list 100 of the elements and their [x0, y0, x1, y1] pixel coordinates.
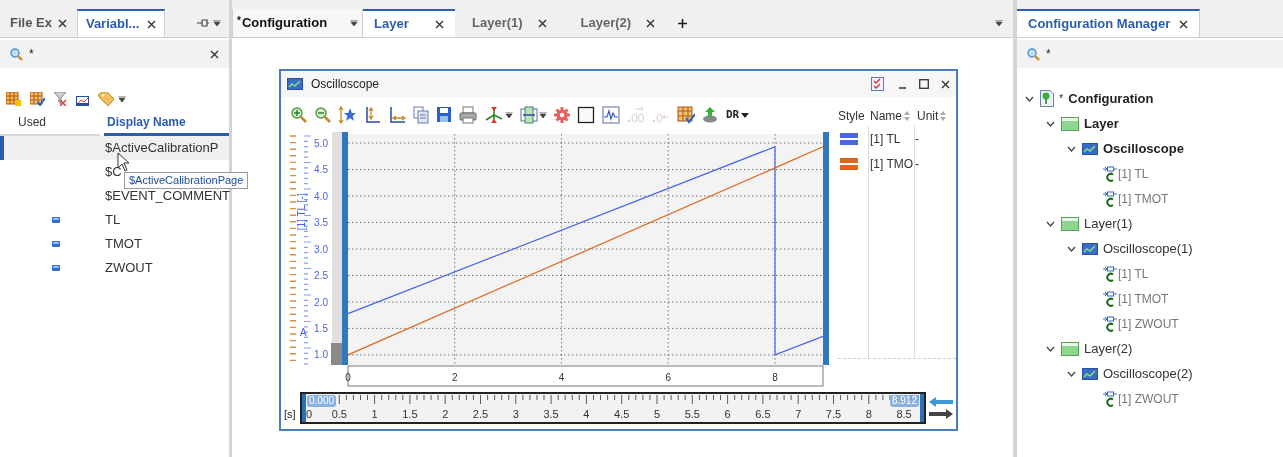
dropdown-icon[interactable]	[213, 20, 221, 26]
tree-item[interactable]: Oscilloscope	[1103, 138, 1184, 159]
oscilloscope-icon	[1082, 242, 1098, 255]
tick-label: 1.5	[402, 408, 418, 420]
filter-clear-icon[interactable]	[54, 92, 67, 106]
dropdown-icon[interactable]	[995, 20, 1003, 26]
chart-icon[interactable]	[76, 96, 89, 106]
tree-item[interactable]: Configuration	[1068, 88, 1154, 109]
tree-item[interactable]: [1] TL	[1118, 264, 1149, 283]
variable-row[interactable]: TMOT	[0, 232, 229, 256]
tab[interactable]: *Configuration	[232, 9, 363, 37]
tick-label: 8	[772, 372, 778, 383]
printer-icon[interactable]	[459, 106, 477, 124]
tick-label: 4	[558, 372, 565, 383]
tick-label: 2.5	[314, 270, 328, 281]
grid-check-icon[interactable]	[30, 92, 45, 106]
oscilloscope-icon	[1082, 367, 1098, 380]
maximize-icon[interactable]	[919, 79, 929, 89]
close-icon[interactable]	[435, 19, 444, 29]
tab[interactable]: File Ex	[4, 9, 73, 37]
copy-icon[interactable]	[413, 106, 429, 124]
tick-label: 8.5	[896, 408, 912, 420]
save-icon[interactable]	[436, 106, 452, 124]
grid-lock-icon[interactable]	[6, 92, 21, 106]
column-header[interactable]: Name	[870, 107, 902, 125]
zoom-out-icon[interactable]	[314, 106, 331, 124]
document-icon	[1040, 90, 1054, 107]
checklist-icon[interactable]	[871, 77, 884, 91]
frame-icon[interactable]	[577, 106, 595, 124]
tab[interactable]: Layer(2)	[563, 9, 673, 37]
signal-icon	[1103, 265, 1117, 282]
range-end-handle[interactable]	[920, 394, 924, 422]
tree-item[interactable]: Layer(2)	[1084, 338, 1133, 359]
chevron-down-icon[interactable]	[1067, 145, 1076, 152]
variable-row[interactable]: ZWOUT	[0, 256, 229, 280]
time-range-track[interactable]: 0 0.5 1 1.5 2 2.5 3 3.5 4 4.5 5 5.5 6 6.5 7 7.5 8 8.5 0.000 8.912	[300, 392, 926, 424]
fit-view-icon[interactable]	[520, 106, 538, 124]
export-icon[interactable]	[702, 106, 718, 124]
tick-label: 6	[724, 408, 731, 420]
tree-item[interactable]: [1] TMOT	[1118, 189, 1169, 208]
tree-item[interactable]: Oscilloscope(2)	[1103, 363, 1193, 384]
crosshair-cursor-icon[interactable]	[484, 106, 504, 124]
tree-item[interactable]: [1] TMOT	[1118, 289, 1169, 308]
waveform-icon[interactable]	[602, 106, 620, 124]
close-icon[interactable]	[646, 18, 656, 28]
axis-star-icon[interactable]	[338, 106, 356, 124]
caret-icon[interactable]	[118, 96, 126, 102]
settings-icon[interactable]	[554, 106, 570, 124]
scroll-arrows-icon[interactable]	[929, 396, 953, 420]
column-header[interactable]: Style	[838, 107, 865, 125]
search-icon	[10, 47, 23, 61]
chevron-down-icon[interactable]	[1025, 95, 1034, 102]
tick-label: 7	[795, 408, 802, 420]
tree-item[interactable]: [1] TL	[1118, 164, 1149, 183]
tree-item[interactable]: [1] ZWOUT	[1118, 389, 1179, 408]
pin-icon[interactable]	[197, 19, 209, 27]
variable-row[interactable]: $ActiveCalibrationP	[0, 136, 229, 160]
close-icon[interactable]	[537, 18, 547, 28]
column-header[interactable]: Unit	[917, 107, 939, 125]
close-icon[interactable]	[941, 79, 950, 89]
variable-row[interactable]: TL	[0, 208, 229, 232]
window-icon	[1061, 341, 1079, 356]
tree-item[interactable]: Layer	[1084, 113, 1119, 134]
tab[interactable]: Variabl...	[76, 9, 166, 37]
tab[interactable]: Layer	[363, 9, 455, 37]
caret-icon[interactable]	[539, 112, 547, 118]
table-check-icon[interactable]	[677, 106, 695, 124]
tree-item[interactable]: Layer(1)	[1084, 213, 1133, 234]
cursor-handle[interactable]	[823, 132, 829, 365]
close-icon[interactable]	[210, 49, 219, 59]
y-axis-icon[interactable]	[363, 106, 381, 124]
caret-icon[interactable]	[505, 112, 513, 118]
tree-item[interactable]: Oscilloscope(1)	[1103, 238, 1193, 259]
tick-label: 2.0	[314, 296, 328, 308]
close-icon[interactable]	[57, 18, 67, 28]
axis-title: [1] TL [-]	[296, 193, 307, 231]
menu-button[interactable]: DR	[726, 106, 750, 124]
add-tab-icon[interactable]	[678, 18, 688, 28]
tick-label: 1.5	[314, 322, 328, 334]
tab[interactable]: Layer(1)	[455, 9, 564, 37]
chevron-down-icon[interactable]	[1046, 220, 1055, 227]
scale-handle[interactable]	[331, 343, 342, 365]
axis-marker: A	[300, 327, 307, 338]
close-icon[interactable]	[147, 19, 157, 29]
zoom-in-icon[interactable]	[290, 106, 307, 124]
window-title: Oscilloscope	[311, 76, 380, 93]
chevron-down-icon[interactable]	[1067, 370, 1076, 377]
chevron-down-icon[interactable]	[1046, 120, 1055, 127]
caret-icon	[741, 112, 750, 118]
dropdown-icon[interactable]	[350, 20, 358, 26]
chevron-down-icon[interactable]	[1067, 245, 1076, 252]
window-icon	[1061, 216, 1079, 231]
tree-item[interactable]: [1] ZWOUT	[1118, 314, 1179, 333]
range-start-handle[interactable]	[302, 394, 306, 422]
tab-label: Configuration	[241, 14, 328, 33]
close-icon[interactable]	[1179, 19, 1188, 29]
cursor-handle[interactable]	[342, 132, 348, 365]
chevron-down-icon[interactable]	[1046, 345, 1055, 352]
tab[interactable]: Configuration Manager	[1017, 9, 1200, 37]
x-axis-icon[interactable]	[388, 106, 406, 124]
